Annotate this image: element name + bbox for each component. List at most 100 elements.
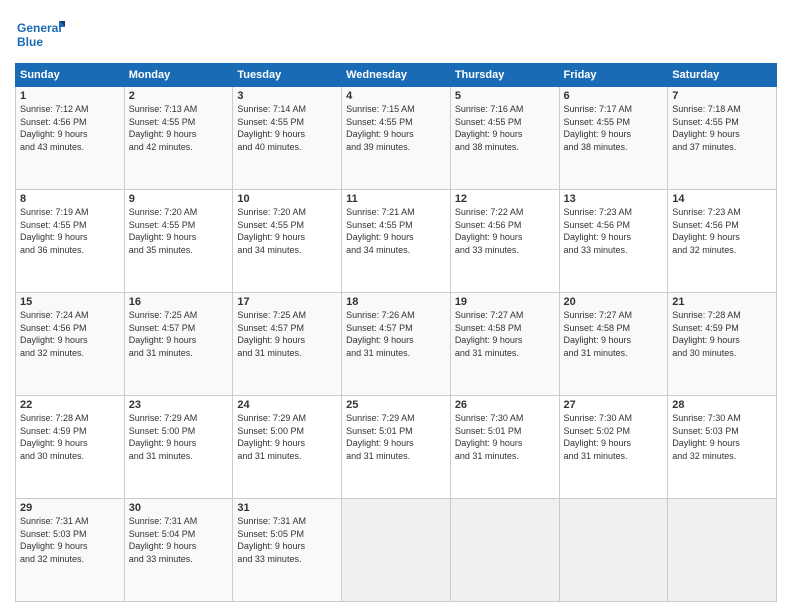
- day-info: Sunrise: 7:25 AM Sunset: 4:57 PM Dayligh…: [237, 309, 337, 359]
- week-row-3: 15Sunrise: 7:24 AM Sunset: 4:56 PM Dayli…: [16, 293, 777, 396]
- day-info: Sunrise: 7:28 AM Sunset: 4:59 PM Dayligh…: [20, 412, 120, 462]
- day-number: 9: [129, 193, 229, 205]
- day-cell: 17Sunrise: 7:25 AM Sunset: 4:57 PM Dayli…: [233, 293, 342, 396]
- day-number: 18: [346, 296, 446, 308]
- day-info: Sunrise: 7:29 AM Sunset: 5:00 PM Dayligh…: [237, 412, 337, 462]
- day-cell: 16Sunrise: 7:25 AM Sunset: 4:57 PM Dayli…: [124, 293, 233, 396]
- day-cell: 24Sunrise: 7:29 AM Sunset: 5:00 PM Dayli…: [233, 396, 342, 499]
- day-info: Sunrise: 7:29 AM Sunset: 5:01 PM Dayligh…: [346, 412, 446, 462]
- week-row-5: 29Sunrise: 7:31 AM Sunset: 5:03 PM Dayli…: [16, 499, 777, 602]
- weekday-header-thursday: Thursday: [450, 64, 559, 87]
- weekday-header-tuesday: Tuesday: [233, 64, 342, 87]
- day-info: Sunrise: 7:31 AM Sunset: 5:03 PM Dayligh…: [20, 515, 120, 565]
- logo-svg: General Blue: [15, 15, 65, 55]
- day-cell: 14Sunrise: 7:23 AM Sunset: 4:56 PM Dayli…: [668, 190, 777, 293]
- week-row-4: 22Sunrise: 7:28 AM Sunset: 4:59 PM Dayli…: [16, 396, 777, 499]
- day-cell: 3Sunrise: 7:14 AM Sunset: 4:55 PM Daylig…: [233, 87, 342, 190]
- day-number: 19: [455, 296, 555, 308]
- calendar: SundayMondayTuesdayWednesdayThursdayFrid…: [15, 63, 777, 602]
- day-info: Sunrise: 7:15 AM Sunset: 4:55 PM Dayligh…: [346, 103, 446, 153]
- day-cell: 20Sunrise: 7:27 AM Sunset: 4:58 PM Dayli…: [559, 293, 668, 396]
- logo: General Blue: [15, 15, 65, 55]
- day-number: 10: [237, 193, 337, 205]
- day-cell: 26Sunrise: 7:30 AM Sunset: 5:01 PM Dayli…: [450, 396, 559, 499]
- day-cell: [450, 499, 559, 602]
- day-info: Sunrise: 7:18 AM Sunset: 4:55 PM Dayligh…: [672, 103, 772, 153]
- day-cell: 25Sunrise: 7:29 AM Sunset: 5:01 PM Dayli…: [342, 396, 451, 499]
- day-cell: 2Sunrise: 7:13 AM Sunset: 4:55 PM Daylig…: [124, 87, 233, 190]
- day-cell: 18Sunrise: 7:26 AM Sunset: 4:57 PM Dayli…: [342, 293, 451, 396]
- day-number: 30: [129, 502, 229, 514]
- day-number: 8: [20, 193, 120, 205]
- day-info: Sunrise: 7:14 AM Sunset: 4:55 PM Dayligh…: [237, 103, 337, 153]
- day-number: 5: [455, 90, 555, 102]
- day-cell: 23Sunrise: 7:29 AM Sunset: 5:00 PM Dayli…: [124, 396, 233, 499]
- day-number: 16: [129, 296, 229, 308]
- day-number: 6: [564, 90, 664, 102]
- day-number: 25: [346, 399, 446, 411]
- day-number: 15: [20, 296, 120, 308]
- week-row-2: 8Sunrise: 7:19 AM Sunset: 4:55 PM Daylig…: [16, 190, 777, 293]
- week-row-1: 1Sunrise: 7:12 AM Sunset: 4:56 PM Daylig…: [16, 87, 777, 190]
- day-cell: 11Sunrise: 7:21 AM Sunset: 4:55 PM Dayli…: [342, 190, 451, 293]
- day-info: Sunrise: 7:20 AM Sunset: 4:55 PM Dayligh…: [237, 206, 337, 256]
- day-cell: 8Sunrise: 7:19 AM Sunset: 4:55 PM Daylig…: [16, 190, 125, 293]
- day-number: 27: [564, 399, 664, 411]
- weekday-header-monday: Monday: [124, 64, 233, 87]
- day-info: Sunrise: 7:22 AM Sunset: 4:56 PM Dayligh…: [455, 206, 555, 256]
- day-cell: 13Sunrise: 7:23 AM Sunset: 4:56 PM Dayli…: [559, 190, 668, 293]
- day-number: 26: [455, 399, 555, 411]
- calendar-body: 1Sunrise: 7:12 AM Sunset: 4:56 PM Daylig…: [16, 87, 777, 602]
- day-cell: [342, 499, 451, 602]
- day-cell: [668, 499, 777, 602]
- weekday-header-row: SundayMondayTuesdayWednesdayThursdayFrid…: [16, 64, 777, 87]
- day-info: Sunrise: 7:27 AM Sunset: 4:58 PM Dayligh…: [564, 309, 664, 359]
- weekday-header-saturday: Saturday: [668, 64, 777, 87]
- weekday-header-friday: Friday: [559, 64, 668, 87]
- day-info: Sunrise: 7:24 AM Sunset: 4:56 PM Dayligh…: [20, 309, 120, 359]
- day-cell: 28Sunrise: 7:30 AM Sunset: 5:03 PM Dayli…: [668, 396, 777, 499]
- day-number: 29: [20, 502, 120, 514]
- page: General Blue SundayMondayTuesdayWednesda…: [0, 0, 792, 612]
- day-cell: 5Sunrise: 7:16 AM Sunset: 4:55 PM Daylig…: [450, 87, 559, 190]
- day-number: 24: [237, 399, 337, 411]
- day-cell: 10Sunrise: 7:20 AM Sunset: 4:55 PM Dayli…: [233, 190, 342, 293]
- day-number: 22: [20, 399, 120, 411]
- day-number: 1: [20, 90, 120, 102]
- day-number: 14: [672, 193, 772, 205]
- day-info: Sunrise: 7:12 AM Sunset: 4:56 PM Dayligh…: [20, 103, 120, 153]
- day-cell: 19Sunrise: 7:27 AM Sunset: 4:58 PM Dayli…: [450, 293, 559, 396]
- day-cell: 6Sunrise: 7:17 AM Sunset: 4:55 PM Daylig…: [559, 87, 668, 190]
- weekday-header-wednesday: Wednesday: [342, 64, 451, 87]
- day-number: 17: [237, 296, 337, 308]
- day-info: Sunrise: 7:16 AM Sunset: 4:55 PM Dayligh…: [455, 103, 555, 153]
- day-cell: 27Sunrise: 7:30 AM Sunset: 5:02 PM Dayli…: [559, 396, 668, 499]
- day-cell: 12Sunrise: 7:22 AM Sunset: 4:56 PM Dayli…: [450, 190, 559, 293]
- svg-text:Blue: Blue: [17, 35, 43, 49]
- day-cell: 1Sunrise: 7:12 AM Sunset: 4:56 PM Daylig…: [16, 87, 125, 190]
- day-cell: 9Sunrise: 7:20 AM Sunset: 4:55 PM Daylig…: [124, 190, 233, 293]
- day-cell: 7Sunrise: 7:18 AM Sunset: 4:55 PM Daylig…: [668, 87, 777, 190]
- day-number: 4: [346, 90, 446, 102]
- day-cell: 30Sunrise: 7:31 AM Sunset: 5:04 PM Dayli…: [124, 499, 233, 602]
- day-cell: 22Sunrise: 7:28 AM Sunset: 4:59 PM Dayli…: [16, 396, 125, 499]
- day-info: Sunrise: 7:26 AM Sunset: 4:57 PM Dayligh…: [346, 309, 446, 359]
- day-info: Sunrise: 7:31 AM Sunset: 5:04 PM Dayligh…: [129, 515, 229, 565]
- day-number: 20: [564, 296, 664, 308]
- day-info: Sunrise: 7:13 AM Sunset: 4:55 PM Dayligh…: [129, 103, 229, 153]
- day-number: 3: [237, 90, 337, 102]
- day-info: Sunrise: 7:27 AM Sunset: 4:58 PM Dayligh…: [455, 309, 555, 359]
- day-cell: 21Sunrise: 7:28 AM Sunset: 4:59 PM Dayli…: [668, 293, 777, 396]
- day-number: 2: [129, 90, 229, 102]
- day-cell: 29Sunrise: 7:31 AM Sunset: 5:03 PM Dayli…: [16, 499, 125, 602]
- day-info: Sunrise: 7:30 AM Sunset: 5:02 PM Dayligh…: [564, 412, 664, 462]
- weekday-header-sunday: Sunday: [16, 64, 125, 87]
- day-number: 23: [129, 399, 229, 411]
- day-info: Sunrise: 7:28 AM Sunset: 4:59 PM Dayligh…: [672, 309, 772, 359]
- day-number: 31: [237, 502, 337, 514]
- day-cell: 31Sunrise: 7:31 AM Sunset: 5:05 PM Dayli…: [233, 499, 342, 602]
- day-number: 12: [455, 193, 555, 205]
- day-cell: 15Sunrise: 7:24 AM Sunset: 4:56 PM Dayli…: [16, 293, 125, 396]
- day-info: Sunrise: 7:29 AM Sunset: 5:00 PM Dayligh…: [129, 412, 229, 462]
- day-info: Sunrise: 7:30 AM Sunset: 5:01 PM Dayligh…: [455, 412, 555, 462]
